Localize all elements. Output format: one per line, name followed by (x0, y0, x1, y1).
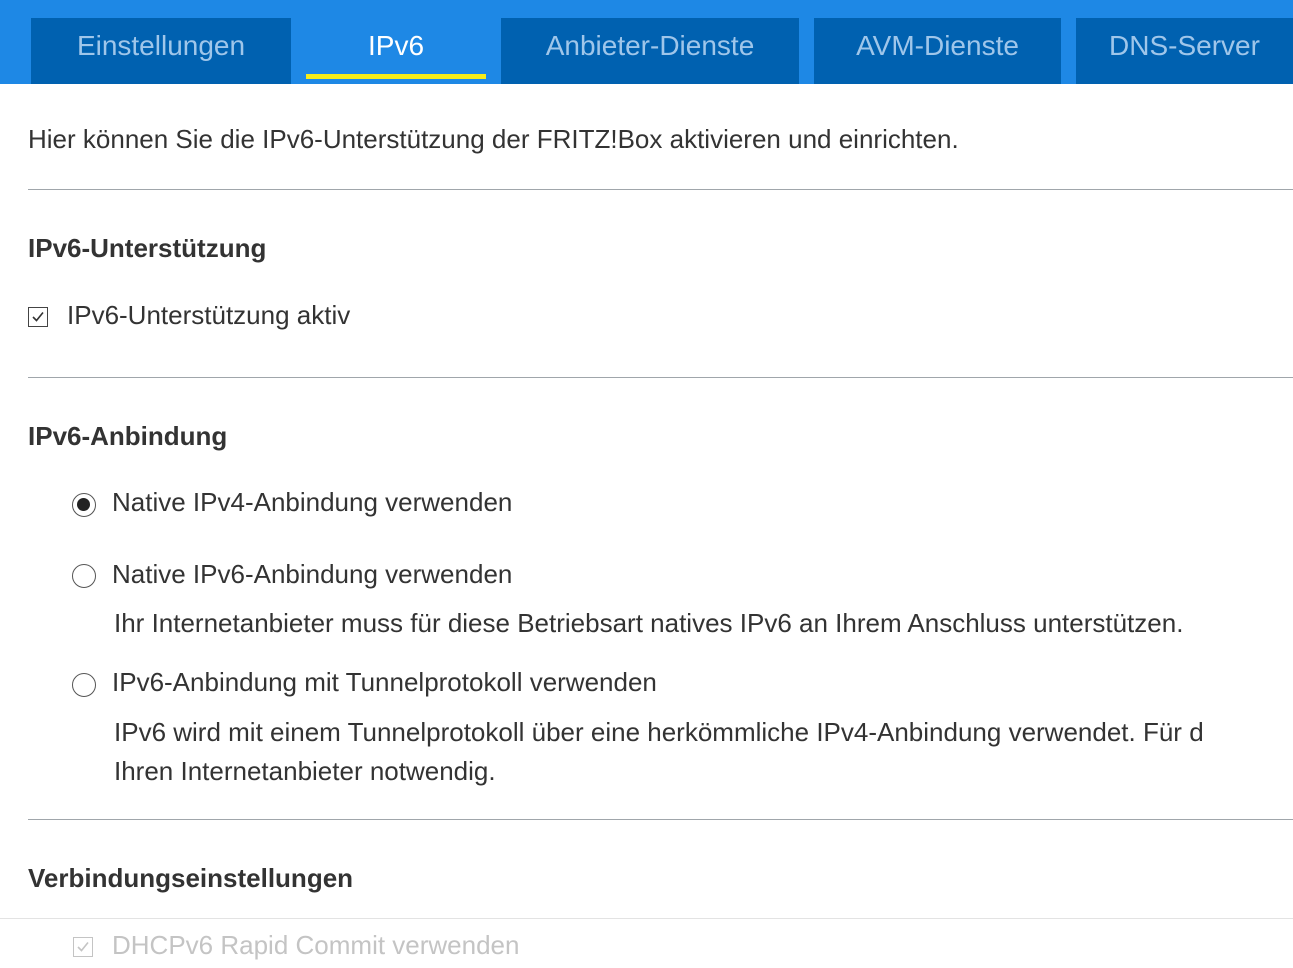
dhcpv6-rapid-commit-checkbox[interactable] (73, 937, 93, 957)
scroll-fade-divider (0, 918, 1293, 919)
tunnel-help-text-line2: Ihren Internetanbieter notwendig. (114, 756, 496, 786)
dhcpv6-rapid-commit-label: DHCPv6 Rapid Commit verwenden (112, 930, 520, 960)
tab-anbieter-dienste[interactable]: Anbieter-Dienste (501, 18, 799, 84)
tab-einstellungen[interactable]: Einstellungen (31, 18, 291, 84)
radio-native-ipv4-label[interactable]: Native IPv4-Anbindung verwenden (112, 487, 512, 518)
radio-native-ipv6-label[interactable]: Native IPv6-Anbindung verwenden (112, 559, 512, 590)
ipv6-support-checkbox[interactable] (28, 307, 48, 327)
section-title-ipv6-support: IPv6-Unterstützung (28, 233, 267, 263)
tunnel-help-text-line1: IPv6 wird mit einem Tunnelprotokoll über… (114, 717, 1204, 747)
divider (28, 189, 1293, 190)
section-title-ipv6-connection: IPv6-Anbindung (28, 421, 228, 451)
native-ipv6-help-text: Ihr Internetanbieter muss für diese Betr… (114, 608, 1184, 638)
checkmark-icon (32, 311, 44, 322)
intro-text: Hier können Sie die IPv6-Unterstützung d… (28, 124, 959, 154)
radio-native-ipv4[interactable] (72, 493, 96, 517)
radio-selected-dot (77, 498, 90, 511)
tab-ipv6[interactable]: IPv6 (306, 18, 486, 84)
radio-tunnel-protocol[interactable] (72, 673, 96, 697)
radio-tunnel-protocol-label[interactable]: IPv6-Anbindung mit Tunnelprotokoll verwe… (112, 667, 657, 698)
divider (28, 819, 1293, 820)
tab-bar: Einstellungen IPv6 Anbieter-Dienste AVM-… (0, 0, 1293, 84)
tab-dns-server[interactable]: DNS-Server (1076, 18, 1293, 84)
active-tab-indicator (306, 74, 486, 79)
divider (28, 377, 1293, 378)
section-title-connection-settings: Verbindungseinstellungen (28, 863, 354, 893)
tab-avm-dienste[interactable]: AVM-Dienste (814, 18, 1061, 84)
ipv6-support-label[interactable]: IPv6-Unterstützung aktiv (67, 300, 350, 331)
radio-native-ipv6[interactable] (72, 564, 96, 588)
checkmark-icon (77, 941, 89, 952)
tab-ipv6-label: IPv6 (367, 30, 425, 61)
